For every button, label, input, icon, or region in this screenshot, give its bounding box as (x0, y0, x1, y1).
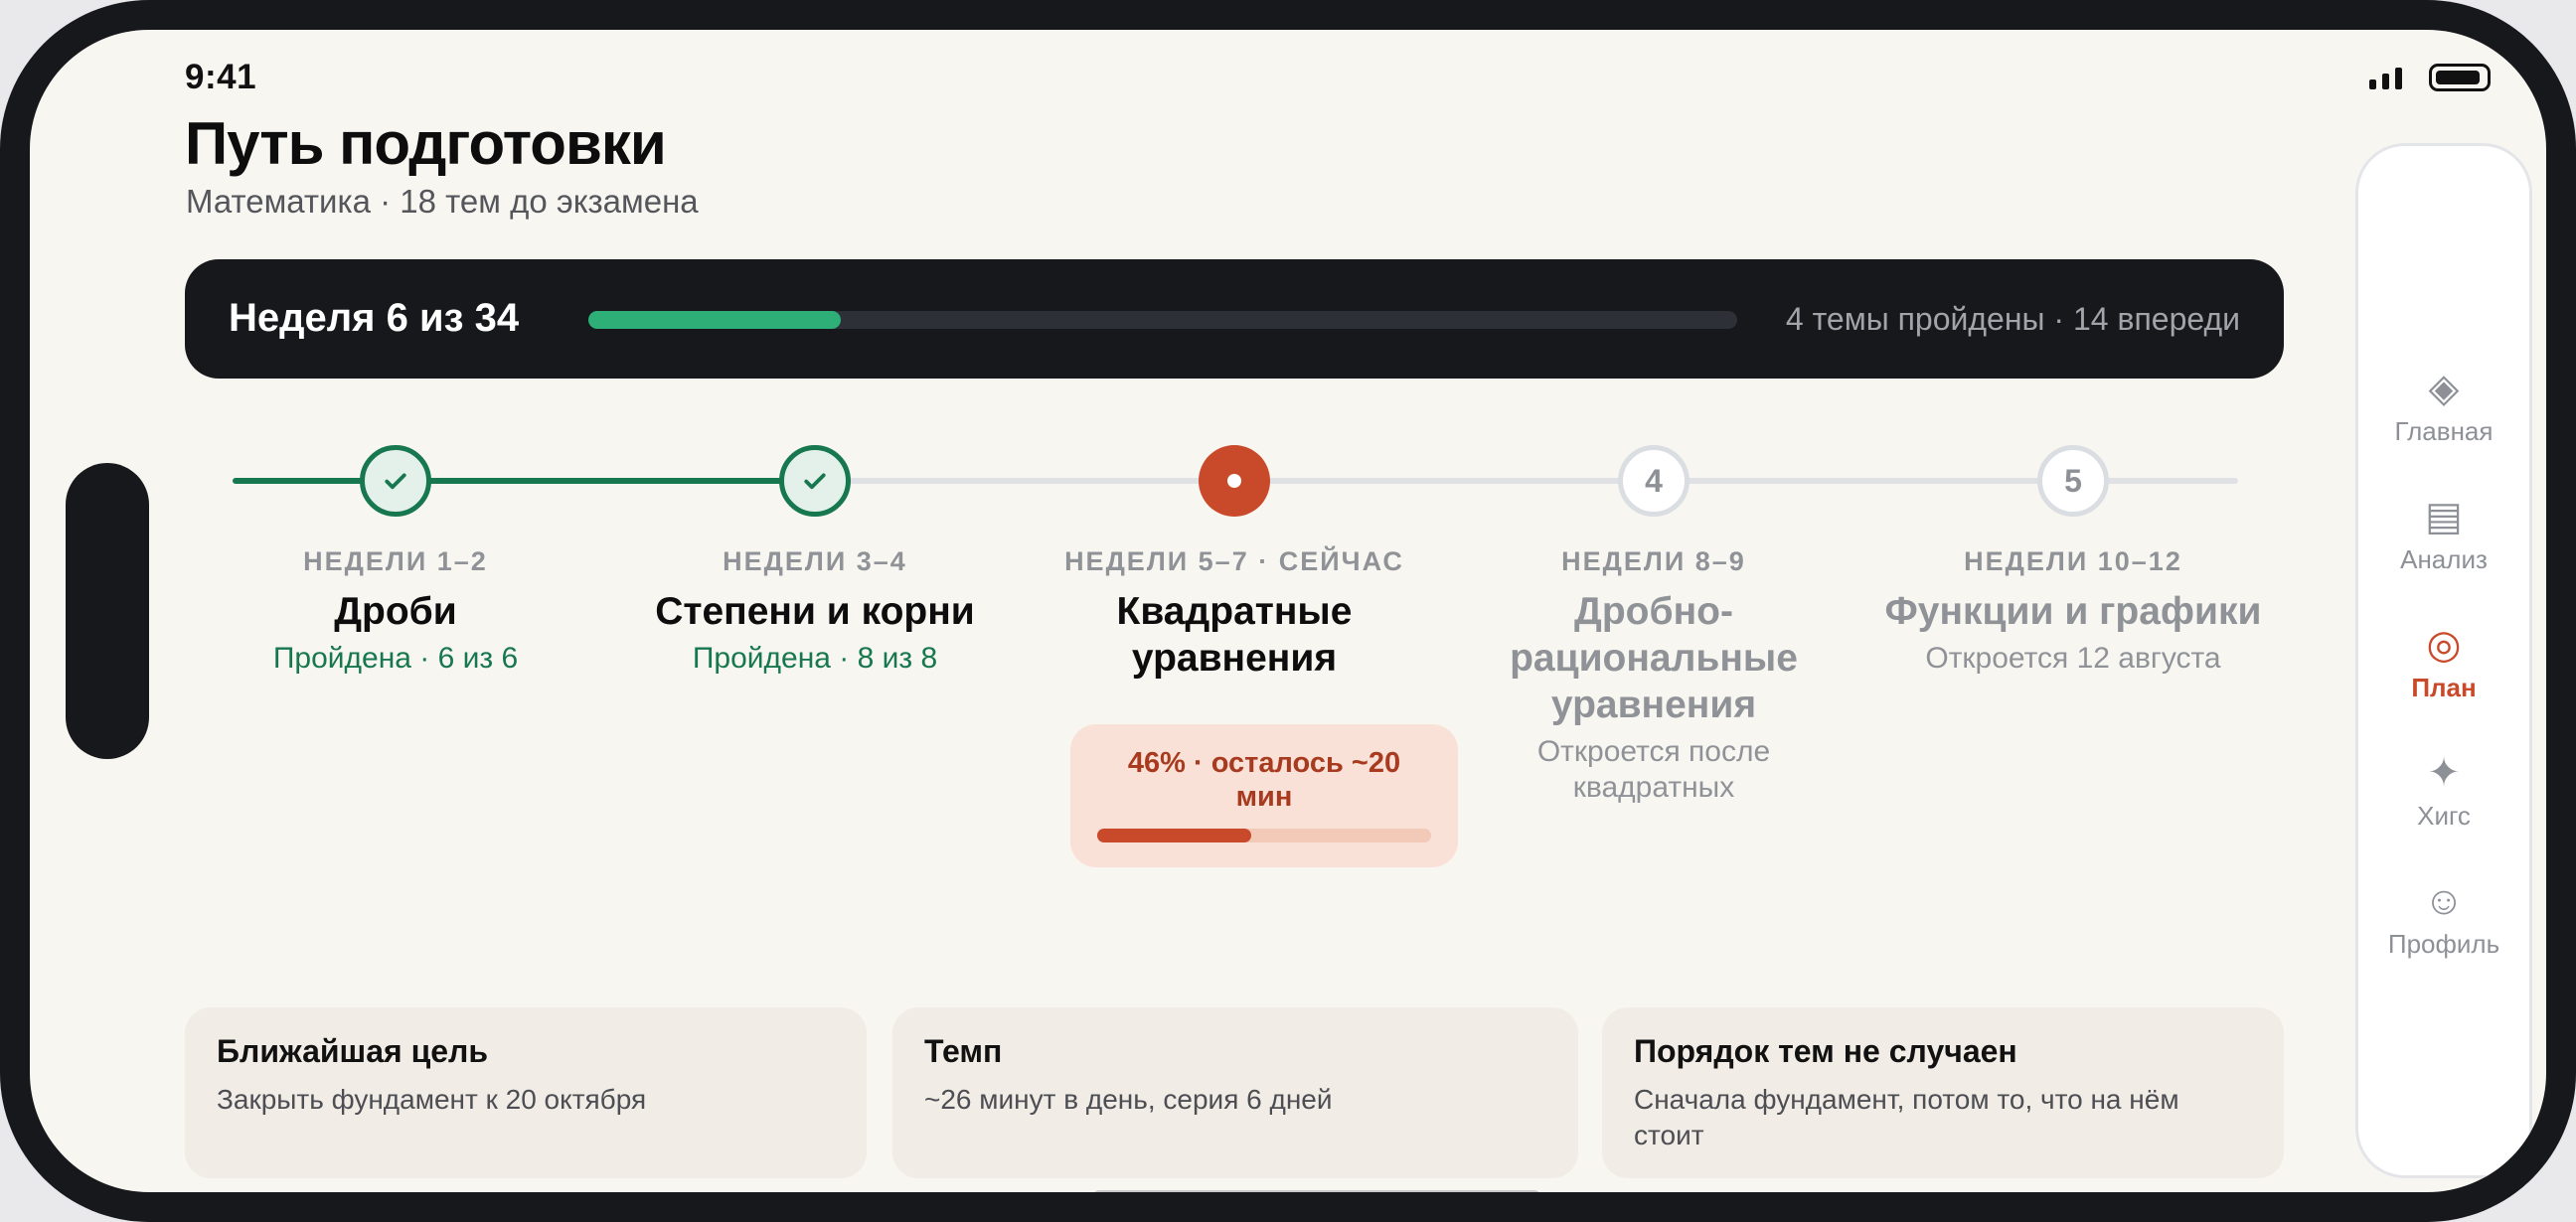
step-node-4[interactable]: 4 (1618, 445, 1690, 517)
step-number: 5 (2064, 462, 2082, 499)
goal-card[interactable]: Ближайшая цель Закрыть фундамент к 20 ок… (185, 1007, 867, 1178)
step-node-1[interactable] (360, 445, 431, 517)
step-weeks: НЕДЕЛИ 10–12 (1964, 546, 2182, 576)
list-icon: ▤ (2425, 495, 2463, 538)
step-title: Дробно-рациональные уравнения (1510, 590, 1798, 726)
timeline-step[interactable]: НЕДЕЛИ 3–4 Степени и корни Пройдена · 8 … (606, 542, 1024, 677)
step-title: Степени и корни (655, 590, 975, 633)
card-text: Сначала фундамент, потом то, что на нём … (1634, 1084, 2179, 1150)
order-card[interactable]: Порядок тем не случаен Сначала фундамент… (1602, 1007, 2284, 1178)
device-frame: 9:41 Путь подготовки Математика · 18 тем… (0, 0, 2576, 1222)
current-step-progress-track (1097, 829, 1431, 842)
battery-icon (2429, 64, 2491, 91)
timeline-step[interactable]: НЕДЕЛИ 1–2 Дроби Пройдена · 6 из 6 (187, 542, 604, 677)
check-icon (385, 473, 406, 490)
side-navigation: ◈ Главная ▤ Анализ ◎ План ✦ Хигс ☺ Профи… (2355, 143, 2532, 1178)
screen: 9:41 Путь подготовки Математика · 18 тем… (30, 30, 2546, 1192)
week-label: Неделя 6 из 34 (229, 296, 520, 340)
timeline-step[interactable]: НЕДЕЛИ 8–9 Дробно-рациональные уравнения… (1445, 542, 1862, 806)
page-subtitle: Математика · 18 тем до экзамена (186, 183, 699, 220)
nav-item-profile[interactable]: ☺ Профиль (2358, 879, 2529, 960)
timeline-line-done (233, 478, 829, 484)
step-title: Квадратные уравнения (1116, 590, 1353, 680)
step-status: Пройдена · 8 из 8 (692, 642, 938, 675)
camera-island (66, 463, 149, 759)
week-progress-fill (588, 311, 842, 329)
timeline-line-rest (829, 478, 2238, 484)
target-icon: ◎ (2426, 623, 2462, 667)
nav-label: План (2411, 673, 2477, 702)
week-progress-track (588, 311, 1737, 329)
card-title: Ближайшая цель (217, 1033, 489, 1069)
step-status: Откроется после квадратных (1536, 735, 1771, 804)
week-progress-bar: Неделя 6 из 34 4 темы пройдены · 14 впер… (185, 259, 2284, 379)
pace-card[interactable]: Темп ~26 минут в день, серия 6 дней (892, 1007, 1578, 1178)
profile-icon: ☺ (2423, 879, 2465, 923)
card-text: ~26 минут в день, серия 6 дней (924, 1084, 1333, 1115)
card-title: Порядок тем не случаен (1634, 1033, 2017, 1069)
home-indicator[interactable] (1093, 1190, 1540, 1192)
step-weeks: НЕДЕЛИ 1–2 (303, 546, 488, 576)
step-weeks: НЕДЕЛИ 5–7 · СЕЙЧАС (1064, 546, 1404, 576)
nav-label: Анализ (2400, 544, 2488, 574)
card-title: Темп (924, 1033, 1003, 1069)
nav-item-analysis[interactable]: ▤ Анализ (2358, 495, 2529, 575)
sparkle-icon: ✦ (2427, 751, 2461, 795)
nav-item-home[interactable]: ◈ Главная (2358, 367, 2529, 447)
step-weeks: НЕДЕЛИ 8–9 (1561, 546, 1746, 576)
step-number: 4 (1645, 462, 1663, 499)
status-time: 9:41 (185, 58, 257, 96)
nav-label: Профиль (2387, 929, 2500, 959)
step-weeks: НЕДЕЛИ 3–4 (723, 546, 907, 576)
signal-icon (2369, 68, 2417, 89)
current-step-progress-fill (1097, 829, 1251, 842)
nav-label: Хигс (2417, 801, 2471, 831)
step-title: Дроби (334, 590, 457, 633)
nav-item-plan[interactable]: ◎ План (2358, 623, 2529, 703)
step-node-2[interactable] (779, 445, 851, 517)
current-step-progress-text: 46% · осталось ~20 мин (1127, 747, 1401, 813)
step-node-current[interactable] (1199, 445, 1270, 517)
card-text: Закрыть фундамент к 20 октября (217, 1084, 647, 1115)
diamond-icon: ◈ (2428, 367, 2460, 410)
current-step-progress-card[interactable]: 46% · осталось ~20 мин (1070, 724, 1458, 867)
timeline-step[interactable]: НЕДЕЛИ 10–12 Функции и графики Откроется… (1864, 542, 2282, 677)
page-title: Путь подготовки (185, 110, 667, 177)
timeline-step-current[interactable]: НЕДЕЛИ 5–7 · СЕЙЧАС Квадратные уравнения (1026, 542, 1443, 682)
check-icon (804, 473, 826, 490)
nav-item-higgs[interactable]: ✦ Хигс (2358, 751, 2529, 832)
step-title: Функции и графики (1884, 590, 2262, 633)
step-status: Откроется 12 августа (1925, 642, 2221, 675)
step-node-5[interactable]: 5 (2037, 445, 2109, 517)
step-status: Пройдена · 6 из 6 (272, 642, 519, 675)
week-stats: 4 темы пройдены · 14 впереди (1785, 301, 2240, 337)
nav-label: Главная (2394, 416, 2494, 446)
